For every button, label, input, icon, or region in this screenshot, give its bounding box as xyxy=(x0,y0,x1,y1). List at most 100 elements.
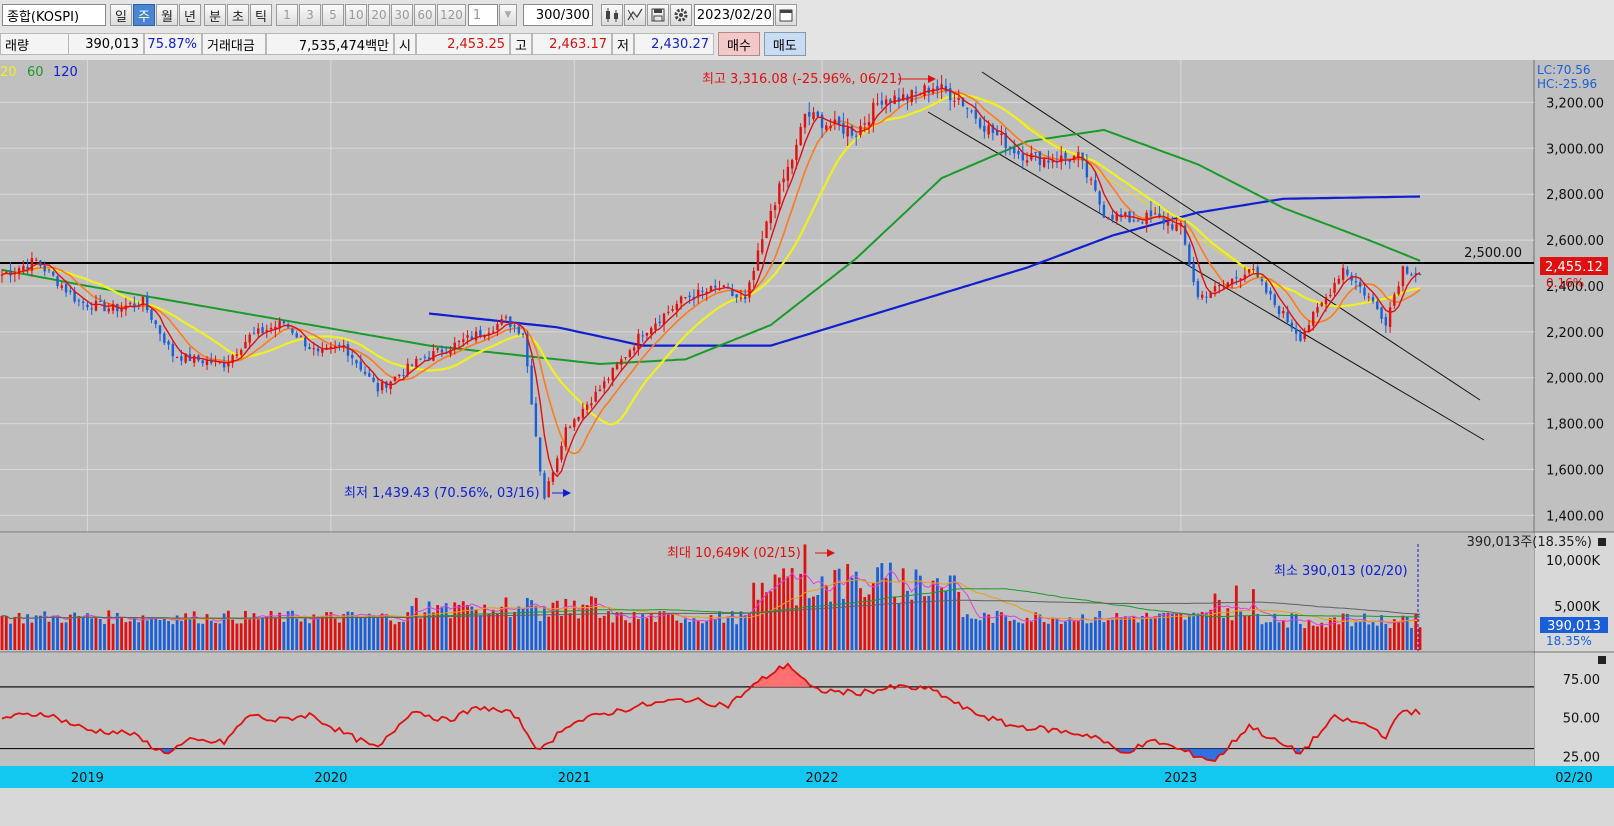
candle-body xyxy=(654,323,657,330)
volume-bar xyxy=(935,578,939,650)
high-value: 2,463.17 xyxy=(532,33,612,55)
candle-body xyxy=(363,371,367,374)
settings-icon[interactable] xyxy=(669,4,692,26)
price-tick-label: 3,000.00 xyxy=(1546,142,1604,157)
period-week-button[interactable]: 주 xyxy=(133,4,155,26)
candle-body xyxy=(1252,268,1255,270)
candle-body xyxy=(1256,267,1259,278)
candle-body xyxy=(1192,262,1195,283)
volume-bar xyxy=(312,614,316,650)
interval-5-button[interactable]: 5 xyxy=(322,4,344,26)
volume-bar xyxy=(427,601,431,650)
volume-bar xyxy=(1017,622,1020,650)
period-tick-button[interactable]: 틱 xyxy=(250,4,272,26)
volume-bar xyxy=(683,618,687,650)
candle-body xyxy=(308,347,311,350)
sell-button[interactable]: 매도 xyxy=(763,32,806,56)
stock-chart[interactable]: 3,200.003,000.002,800.002,600.002,400.00… xyxy=(0,60,1614,826)
candle-body xyxy=(128,303,132,305)
candle-body xyxy=(675,303,679,311)
candle-body xyxy=(1107,217,1110,220)
candle-body xyxy=(1337,278,1341,284)
period-minute-button[interactable]: 분 xyxy=(204,4,226,26)
candle-body xyxy=(86,304,89,308)
volume-bar xyxy=(931,580,935,650)
open-value: 2,453.25 xyxy=(416,33,510,55)
volume-bar xyxy=(1089,622,1093,650)
volume-bar xyxy=(551,602,555,650)
volume-bar xyxy=(1388,628,1392,650)
volume-bar xyxy=(1068,617,1072,650)
candle-body xyxy=(1265,282,1268,293)
repeat-input[interactable]: 1 xyxy=(467,4,498,26)
count-field[interactable]: 300/300 xyxy=(522,4,593,26)
candle-body xyxy=(1299,332,1302,341)
candle-body xyxy=(312,348,315,350)
interval-3-button[interactable]: 3 xyxy=(299,4,321,26)
volume-bar xyxy=(299,621,303,650)
interval-120-button[interactable]: 120 xyxy=(437,4,466,26)
candle-body xyxy=(1247,269,1251,273)
volume-bar xyxy=(1072,621,1076,650)
candle-body xyxy=(496,324,499,331)
candle-body xyxy=(1286,312,1289,322)
calendar-icon[interactable] xyxy=(774,4,797,26)
candle-body xyxy=(970,110,973,112)
oscillator-tick-label: 25.00 xyxy=(1563,750,1600,765)
volume-bar xyxy=(449,618,452,650)
candle-body xyxy=(867,121,871,126)
volume-bar xyxy=(1162,613,1166,650)
volume-pct: 75.87% xyxy=(144,33,202,55)
volume-bar xyxy=(1029,621,1033,650)
period-month-button[interactable]: 월 xyxy=(156,4,178,26)
buy-button[interactable]: 매수 xyxy=(718,32,760,56)
candle-body xyxy=(248,334,251,343)
volume-bar xyxy=(248,617,252,650)
candle-body xyxy=(1320,302,1323,306)
volume-bar xyxy=(188,619,192,650)
candle-body xyxy=(581,408,585,418)
period-second-button[interactable]: 초 xyxy=(227,4,249,26)
volume-bar xyxy=(1405,616,1409,650)
candle-body xyxy=(538,437,542,472)
volume-bar xyxy=(1093,617,1097,650)
candle-body xyxy=(624,357,627,359)
oscillator-panel-close-icon[interactable] xyxy=(1598,656,1606,664)
candle-body xyxy=(1098,191,1101,205)
volume-bar xyxy=(269,610,273,650)
volume-bar xyxy=(871,583,875,650)
volume-bar xyxy=(701,623,704,650)
chart-type-icon[interactable] xyxy=(600,4,623,26)
candle-body xyxy=(419,358,422,360)
price-tick-label: 1,800.00 xyxy=(1546,418,1604,433)
candle-body xyxy=(1085,161,1089,178)
interval-20-button[interactable]: 20 xyxy=(368,4,390,26)
interval-10-button[interactable]: 10 xyxy=(345,4,367,26)
candle-body xyxy=(855,135,858,137)
date-input[interactable]: 2023/02/20 xyxy=(693,4,774,26)
candle-body xyxy=(393,376,397,381)
save-icon[interactable] xyxy=(646,4,669,26)
candle-body xyxy=(573,419,576,428)
market-selector[interactable]: 종합(KOSPI) xyxy=(2,4,106,26)
period-year-button[interactable]: 년 xyxy=(179,4,201,26)
draw-tools-icon[interactable] xyxy=(623,4,646,26)
candle-body xyxy=(30,258,34,271)
candle-body xyxy=(474,331,478,341)
interval-1-button[interactable]: 1 xyxy=(276,4,298,26)
volume-bar xyxy=(1085,623,1089,650)
volume-panel-close-icon[interactable] xyxy=(1598,538,1606,546)
candle-body xyxy=(1064,152,1067,159)
period-day-button[interactable]: 일 xyxy=(110,4,132,26)
candle-body xyxy=(667,311,670,313)
interval-60-button[interactable]: 60 xyxy=(414,4,436,26)
level-line-label: 2,500.00 xyxy=(1464,246,1522,261)
oscillator-tick-label: 75.00 xyxy=(1563,673,1600,688)
candle-body xyxy=(1162,218,1165,224)
candle-body xyxy=(295,333,298,338)
candle-body xyxy=(1312,311,1315,326)
volume-bar xyxy=(60,622,64,650)
candle-body xyxy=(1136,220,1140,222)
repeat-dropdown-icon[interactable]: ▼ xyxy=(498,4,517,26)
interval-30-button[interactable]: 30 xyxy=(391,4,413,26)
